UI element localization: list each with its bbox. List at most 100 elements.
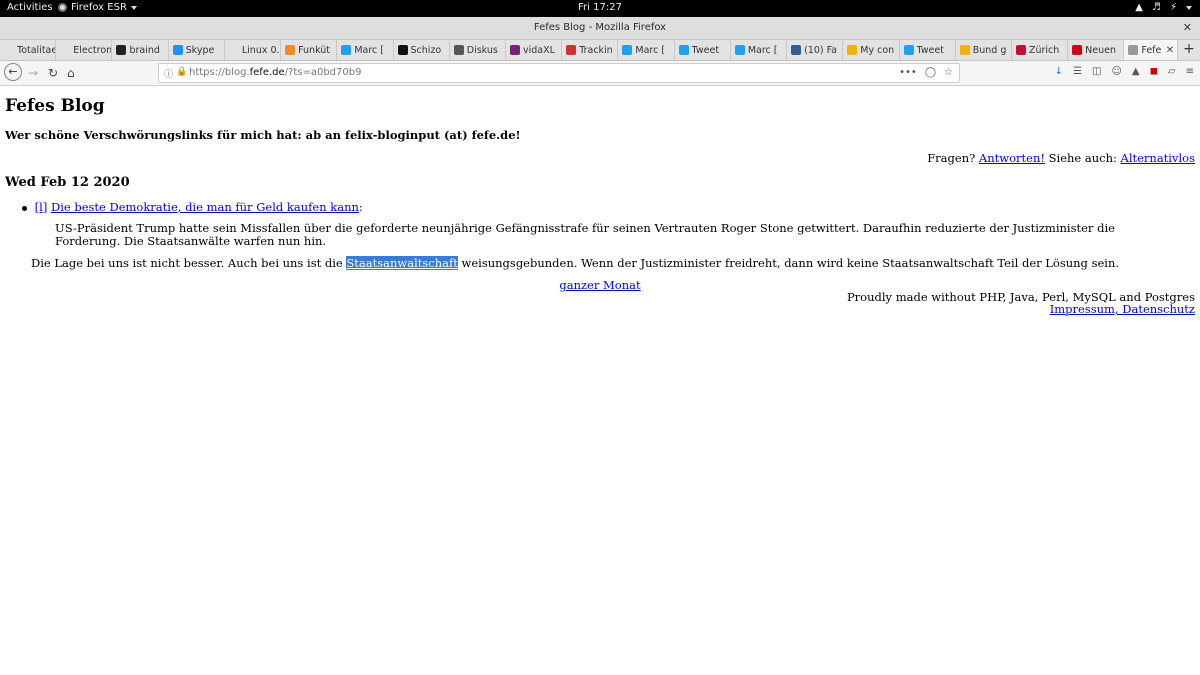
tab-label: Skype: [185, 44, 215, 56]
close-window-icon[interactable]: ✕: [1183, 21, 1192, 34]
alternativlos-link[interactable]: Alternativlos: [1121, 151, 1195, 165]
tab-13[interactable]: Marc [: [731, 40, 788, 60]
tab-0[interactable]: Totalitaer: [0, 40, 57, 60]
vidaxl-icon: [509, 45, 520, 55]
library-icon[interactable]: ☰: [1073, 66, 1082, 77]
tab-12[interactable]: Tweet: [675, 40, 731, 60]
tab-label: Trackin: [579, 44, 613, 56]
page-icon: [60, 45, 71, 55]
bookmark-star-icon[interactable]: ☆: [944, 67, 953, 78]
extension-icon[interactable]: ▲: [1132, 66, 1140, 77]
reload-button[interactable]: ↻: [48, 65, 58, 81]
tab-label: Marc [: [747, 44, 778, 56]
close-tab-icon[interactable]: ✕: [1166, 45, 1174, 56]
page-icon: [228, 45, 239, 55]
ublock-icon[interactable]: ◼: [1150, 66, 1158, 77]
tab-label: Fefe: [1141, 44, 1162, 56]
new-tab-button[interactable]: +: [1178, 40, 1200, 60]
download-icon[interactable]: ↓: [1055, 66, 1063, 77]
month-link[interactable]: ganzer Monat: [559, 278, 640, 292]
facebook-icon: [791, 45, 802, 55]
tab-7[interactable]: Schizo: [394, 40, 450, 60]
tab-3[interactable]: Skype: [169, 40, 225, 60]
tab-label: Linux 0.01: [241, 44, 280, 56]
url-text[interactable]: https://blog.fefe.de/?ts=a0bd70b9: [189, 67, 361, 78]
wikipedia-icon: [453, 45, 464, 55]
battery-icon: ⚡: [1169, 2, 1177, 13]
tab-label: Schizo: [410, 44, 442, 56]
tab-label: braind: [129, 44, 160, 56]
chevron-down-icon: [130, 5, 137, 10]
staatsanwaltschaft-link[interactable]: Staatsanwaltschaft: [346, 256, 458, 270]
tracking-icon: [566, 45, 577, 55]
question-text: Fragen?: [927, 151, 976, 165]
twitter-icon: [622, 45, 633, 55]
forward-button[interactable]: →: [28, 65, 38, 81]
tab-11[interactable]: Marc [: [618, 40, 675, 60]
zeit-icon: [1072, 45, 1083, 55]
tab-2[interactable]: braind: [112, 40, 169, 60]
tab-17[interactable]: Bund g: [956, 40, 1012, 60]
post-item: [l] Die beste Demokratie, die man für Ge…: [22, 200, 363, 214]
question-line: Fragen? Antworten! Siehe auch: Alternati…: [927, 151, 1195, 165]
tab-16[interactable]: Tweet: [900, 40, 956, 60]
tab-label: Electronic: [73, 44, 111, 56]
funk-icon: [285, 45, 296, 55]
navigation-toolbar: ← → ↻ ⌂ ⓘ 🔒 https://blog.fefe.de/?ts=a0b…: [0, 61, 1200, 86]
tweetdeck-icon: [903, 45, 914, 55]
star-icon: [397, 45, 408, 55]
app-menu[interactable]: Firefox ESR: [58, 2, 137, 13]
site-info-icon[interactable]: ⓘ: [164, 67, 173, 80]
tab-9[interactable]: vidaXL: [506, 40, 563, 60]
page-actions-button[interactable]: •••: [899, 67, 917, 78]
clock[interactable]: Fri 17:27: [578, 2, 622, 13]
skype-icon: [172, 45, 183, 55]
tab-label: Totalitaer: [17, 44, 55, 56]
lock-icon[interactable]: 🔒: [176, 67, 187, 77]
menu-icon[interactable]: ≡: [1186, 66, 1194, 77]
url-bar[interactable]: ⓘ 🔒 https://blog.fefe.de/?ts=a0bd70b9 ••…: [158, 63, 960, 83]
tab-10[interactable]: Trackin: [562, 40, 619, 60]
home-button[interactable]: ⌂: [67, 65, 75, 81]
post-colon: :: [358, 200, 363, 214]
speaker-icon[interactable]: ▱: [1168, 66, 1176, 77]
tab-18[interactable]: Zürich: [1012, 40, 1069, 60]
tab-label: Neuen: [1085, 44, 1116, 56]
tab-4[interactable]: Linux 0.01: [225, 40, 282, 60]
permalink[interactable]: [l]: [35, 200, 48, 214]
tab-19[interactable]: Neuen: [1068, 40, 1125, 60]
post-link[interactable]: Die beste Demokratie, die man für Geld k…: [51, 200, 359, 214]
gnome-top-bar: Activities Firefox ESR Fri 17:27 ▲ ♬ ⚡: [0, 0, 1200, 17]
tab-8[interactable]: Diskus: [450, 40, 506, 60]
tab-label: Marc [: [354, 44, 384, 56]
answers-link[interactable]: Antworten!: [979, 151, 1045, 165]
pocket-icon[interactable]: ◯: [925, 67, 936, 78]
tab-bar: Totalitaer Electronic braind Skype Linux 0.0…: [0, 40, 1200, 61]
page-title: Fefes Blog: [5, 96, 105, 116]
post-date: Wed Feb 12 2020: [5, 175, 130, 190]
app-menu-label: Firefox ESR: [71, 2, 127, 13]
tab-label: (10) Fa: [804, 44, 837, 56]
account-icon[interactable]: ☺: [1111, 66, 1121, 77]
tab-label: Tweet: [691, 44, 720, 56]
sidebar-icon[interactable]: ◫: [1092, 66, 1101, 77]
network-icon: ▲: [1135, 2, 1143, 13]
tab-1[interactable]: Electronic: [56, 40, 113, 60]
tab-label: Zürich: [1028, 44, 1060, 56]
tab-5[interactable]: Funküt: [281, 40, 338, 60]
tab-20[interactable]: Fefe ✕: [1124, 40, 1179, 60]
impressum-link[interactable]: Impressum, Datenschutz: [1050, 302, 1195, 316]
srf-icon: [1015, 45, 1026, 55]
window-title: Fefes Blog - Mozilla Firefox: [533, 22, 667, 33]
twitter-icon: [734, 45, 745, 55]
tab-6[interactable]: Marc [: [337, 40, 394, 60]
back-button[interactable]: ←: [4, 63, 22, 81]
see-also-text: Siehe auch:: [1048, 151, 1117, 165]
system-tray[interactable]: ▲ ♬ ⚡: [1135, 2, 1192, 13]
page-icon: [4, 45, 14, 55]
tab-15[interactable]: My con: [843, 40, 900, 60]
activities-button[interactable]: Activities: [7, 2, 53, 13]
window-titlebar: Fefes Blog - Mozilla Firefox ✕: [0, 17, 1200, 40]
tab-14[interactable]: (10) Fa: [787, 40, 844, 60]
tweetdeck-icon: [678, 45, 689, 55]
